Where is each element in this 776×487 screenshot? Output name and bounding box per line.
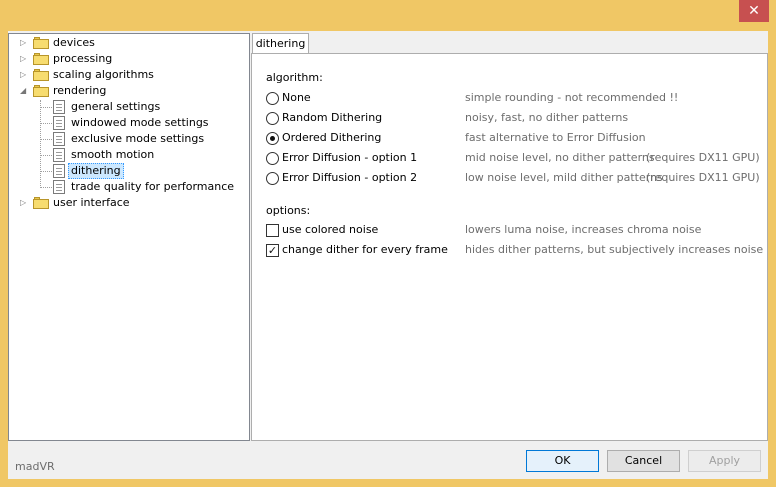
gpu-requirement-note: (requires DX11 GPU) [646,171,760,184]
tree-item-exclusive-mode-settings[interactable]: exclusive mode settings [9,131,249,147]
tree-item-scaling-algorithms[interactable]: ▷ scaling algorithms [9,67,249,83]
option-description: lowers luma noise, increases chroma nois… [465,223,702,236]
title-bar[interactable]: ✕ [0,0,776,25]
radio-label: Error Diffusion - option 2 [282,171,418,184]
radio-button[interactable] [266,92,279,105]
tree-item-label: windowed mode settings [71,116,209,129]
tree-item-label: dithering [68,163,124,179]
options-heading: options: [266,204,311,217]
checkbox-label: change dither for every frame [282,243,448,256]
radio-label: None [282,91,311,104]
collapse-icon[interactable]: ◢ [20,83,29,99]
folder-icon [33,37,49,49]
radio-label: Error Diffusion - option 1 [282,151,418,164]
gpu-requirement-note: (requires DX11 GPU) [646,151,760,164]
checkbox-checked[interactable]: ✓ [266,244,279,257]
settings-content: dithering algorithm: None simple roundin… [251,33,768,441]
expand-icon[interactable]: ▷ [20,195,29,211]
close-button[interactable]: ✕ [739,0,769,22]
option-description: simple rounding - not recommended !! [465,91,679,104]
status-label: madVR [15,460,55,473]
page-icon [53,100,65,114]
ok-button[interactable]: OK [526,450,599,472]
tab-dithering[interactable]: dithering [252,33,309,54]
radio-label: Random Dithering [282,111,383,124]
radio-label: Ordered Dithering [282,131,382,144]
apply-button[interactable]: Apply [688,450,761,472]
tree-item-label: smooth motion [71,148,155,161]
dialog-client: ▷ devices ▷ processing ▷ scaling algorit… [8,31,768,479]
folder-icon [33,85,49,97]
close-icon: ✕ [748,3,760,19]
settings-tree[interactable]: ▷ devices ▷ processing ▷ scaling algorit… [8,33,250,441]
tree-item-label: general settings [71,100,161,113]
tree-item-label: trade quality for performance [71,180,235,193]
page-icon [53,116,65,130]
expand-icon[interactable]: ▷ [20,51,29,67]
tree-item-trade-quality-for-performance[interactable]: trade quality for performance [9,179,249,195]
radio-button[interactable] [266,112,279,125]
expand-icon[interactable]: ▷ [20,67,29,83]
tree-item-windowed-mode-settings[interactable]: windowed mode settings [9,115,249,131]
option-description: mid noise level, no dither patterns [465,151,655,164]
tree-item-label: exclusive mode settings [71,132,205,145]
tree-item-label: processing [53,52,113,65]
tree-item-user-interface[interactable]: ▷ user interface [9,195,249,211]
radio-button[interactable] [266,172,279,185]
folder-icon [33,69,49,81]
folder-icon [33,53,49,65]
page-icon [53,180,65,194]
tab-page: algorithm: None simple rounding - not re… [251,53,768,441]
tree-item-dithering[interactable]: dithering [9,163,249,179]
option-description: fast alternative to Error Diffusion [465,131,646,144]
cancel-button[interactable]: Cancel [607,450,680,472]
checkbox[interactable] [266,224,279,237]
tab-strip: dithering [251,33,768,54]
page-icon [53,164,65,178]
algorithm-heading: algorithm: [266,71,323,84]
folder-icon [33,197,49,209]
tree-item-rendering[interactable]: ◢ rendering [9,83,249,99]
option-description: low noise level, mild dither patterns [465,171,663,184]
tree-item-processing[interactable]: ▷ processing [9,51,249,67]
tree-item-label: rendering [53,84,107,97]
expand-icon[interactable]: ▷ [20,35,29,51]
page-icon [53,132,65,146]
checkbox-label: use colored noise [282,223,379,236]
tree-item-devices[interactable]: ▷ devices [9,35,249,51]
tree-item-label: devices [53,36,95,49]
option-description: noisy, fast, no dither patterns [465,111,629,124]
option-description: hides dither patterns, but subjectively … [465,243,764,256]
tree-item-label: scaling algorithms [53,68,154,81]
settings-window: ✕ ▷ devices ▷ processing ▷ scaling algor… [0,0,776,487]
radio-button-selected[interactable] [266,132,279,145]
tree-item-smooth-motion[interactable]: smooth motion [9,147,249,163]
tree-item-general-settings[interactable]: general settings [9,99,249,115]
radio-button[interactable] [266,152,279,165]
page-icon [53,148,65,162]
tree-item-label: user interface [53,196,130,209]
